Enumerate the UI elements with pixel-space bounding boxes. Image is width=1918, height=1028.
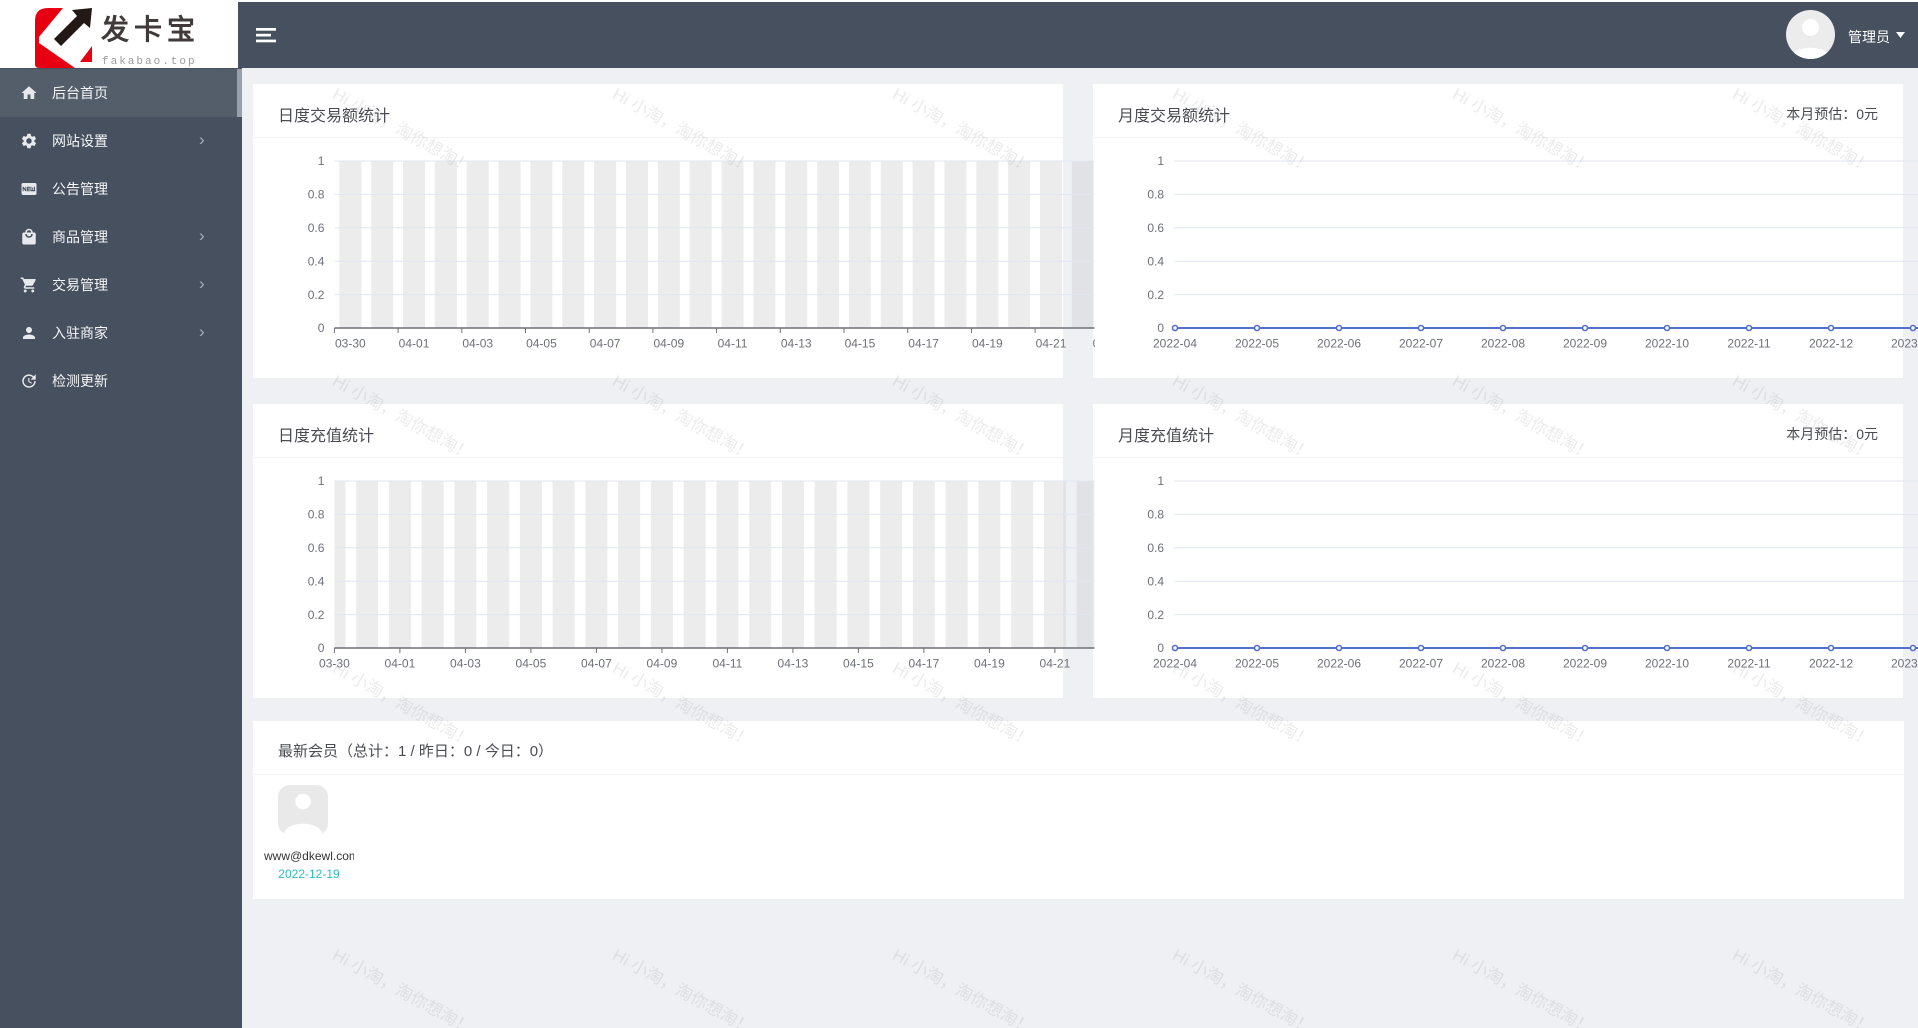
svg-text:04-19: 04-19 [972, 337, 1003, 351]
svg-text:04-03: 04-03 [450, 657, 481, 671]
svg-text:2022-10: 2022-10 [1645, 337, 1689, 351]
svg-text:0.2: 0.2 [1147, 288, 1164, 302]
svg-text:0.8: 0.8 [308, 508, 325, 522]
svg-text:04-13: 04-13 [781, 337, 812, 351]
svg-text:1: 1 [1157, 474, 1164, 488]
svg-text:2022-06: 2022-06 [1317, 657, 1361, 671]
svg-text:0: 0 [318, 321, 325, 335]
svg-text:0.2: 0.2 [1147, 608, 1164, 622]
svg-text:0.4: 0.4 [1147, 574, 1164, 588]
svg-text:0.2: 0.2 [308, 608, 325, 622]
svg-text:03-30: 03-30 [319, 657, 350, 671]
svg-text:2022-07: 2022-07 [1399, 337, 1443, 351]
svg-text:04-15: 04-15 [843, 657, 874, 671]
svg-text:0: 0 [1157, 321, 1164, 335]
svg-text:2022-04: 2022-04 [1153, 657, 1197, 671]
svg-text:03-30: 03-30 [335, 337, 366, 351]
svg-text:0.8: 0.8 [308, 188, 325, 202]
svg-text:04-05: 04-05 [526, 337, 557, 351]
svg-text:0: 0 [318, 641, 325, 655]
svg-text:2022-04: 2022-04 [1153, 337, 1197, 351]
svg-text:2022-12: 2022-12 [1809, 337, 1853, 351]
svg-text:0.6: 0.6 [1147, 541, 1164, 555]
svg-text:04-13: 04-13 [778, 657, 809, 671]
svg-text:04-09: 04-09 [653, 337, 684, 351]
svg-text:04-11: 04-11 [718, 337, 748, 351]
svg-text:0.8: 0.8 [1147, 508, 1164, 522]
svg-text:04-07: 04-07 [590, 337, 621, 351]
svg-text:2022-11: 2022-11 [1727, 337, 1770, 351]
svg-text:0.4: 0.4 [1147, 254, 1164, 268]
svg-text:1: 1 [1157, 154, 1164, 168]
svg-text:2022-08: 2022-08 [1481, 657, 1525, 671]
svg-text:04-21: 04-21 [1040, 657, 1071, 671]
svg-text:2022-05: 2022-05 [1235, 337, 1279, 351]
svg-text:2022-09: 2022-09 [1563, 337, 1607, 351]
svg-text:04-11: 04-11 [712, 657, 742, 671]
svg-text:04-15: 04-15 [845, 337, 876, 351]
svg-text:2022-05: 2022-05 [1235, 657, 1279, 671]
svg-text:0.6: 0.6 [308, 221, 325, 235]
svg-text:2022-08: 2022-08 [1481, 337, 1525, 351]
svg-text:04-01: 04-01 [385, 657, 416, 671]
svg-text:04-05: 04-05 [516, 657, 547, 671]
svg-text:04-19: 04-19 [974, 657, 1005, 671]
svg-text:2023-01: 2023-01 [1891, 337, 1918, 351]
svg-text:04-01: 04-01 [399, 337, 430, 351]
svg-text:1: 1 [318, 154, 325, 168]
svg-text:0.6: 0.6 [308, 541, 325, 555]
svg-text:04-17: 04-17 [908, 337, 939, 351]
svg-text:0: 0 [1157, 641, 1164, 655]
svg-text:0.6: 0.6 [1147, 221, 1164, 235]
svg-text:发卡宝: 发卡宝 [100, 13, 200, 45]
svg-text:04-03: 04-03 [462, 337, 493, 351]
svg-text:0.8: 0.8 [1147, 188, 1164, 202]
svg-text:2022-06: 2022-06 [1317, 337, 1361, 351]
svg-text:04-17: 04-17 [909, 657, 940, 671]
svg-text:2023-01: 2023-01 [1891, 657, 1918, 671]
svg-text:2022-09: 2022-09 [1563, 657, 1607, 671]
svg-text:0.4: 0.4 [308, 254, 325, 268]
svg-text:1: 1 [318, 474, 325, 488]
svg-text:2022-12: 2022-12 [1809, 657, 1853, 671]
svg-text:2022-07: 2022-07 [1399, 657, 1443, 671]
svg-text:fakabao.top: fakabao.top [102, 56, 197, 68]
svg-text:04-09: 04-09 [647, 657, 678, 671]
svg-text:0.4: 0.4 [308, 574, 325, 588]
svg-text:2022-11: 2022-11 [1727, 657, 1770, 671]
svg-text:0.2: 0.2 [308, 288, 325, 302]
svg-text:2022-10: 2022-10 [1645, 657, 1689, 671]
svg-text:04-07: 04-07 [581, 657, 612, 671]
svg-text:04-21: 04-21 [1036, 337, 1067, 351]
